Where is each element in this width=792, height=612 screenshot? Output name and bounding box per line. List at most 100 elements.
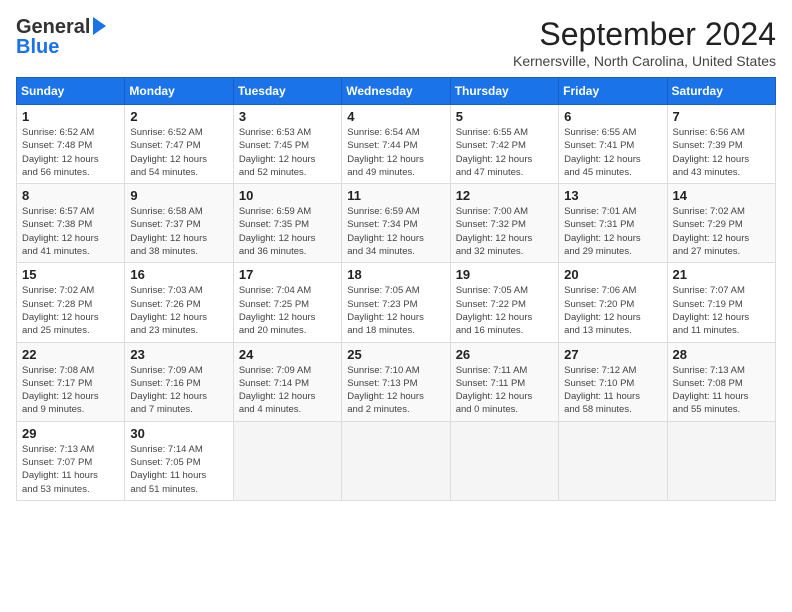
- cell-info: Sunrise: 7:10 AM Sunset: 7:13 PM Dayligh…: [347, 364, 444, 417]
- cell-day-number: 26: [456, 347, 553, 362]
- cell-info: Sunrise: 6:57 AM Sunset: 7:38 PM Dayligh…: [22, 205, 119, 258]
- table-row: 2 Sunrise: 6:52 AM Sunset: 7:47 PM Daylig…: [125, 105, 233, 184]
- table-row: 7Sunrise: 6:56 AM Sunset: 7:39 PM Daylig…: [667, 105, 775, 184]
- cell-info: Sunrise: 7:13 AM Sunset: 7:08 PM Dayligh…: [673, 364, 770, 417]
- table-row: 14 Sunrise: 7:02 AM Sunset: 7:29 PM Dayli…: [667, 184, 775, 263]
- table-row: 25 Sunrise: 7:10 AM Sunset: 7:13 PM Dayli…: [342, 342, 450, 421]
- table-row: 12 Sunrise: 7:00 AM Sunset: 7:32 PM Dayli…: [450, 184, 558, 263]
- table-row: [667, 421, 775, 500]
- calendar-week-row: 15 Sunrise: 7:02 AM Sunset: 7:28 PM Dayli…: [17, 263, 776, 342]
- cell-info: Sunrise: 7:06 AM Sunset: 7:20 PM Dayligh…: [564, 284, 661, 337]
- cell-day-number: 14: [673, 188, 770, 203]
- cell-day-number: 30: [130, 426, 227, 441]
- table-row: 5 Sunrise: 6:55 AM Sunset: 7:42 PM Daylig…: [450, 105, 558, 184]
- cell-info: Sunrise: 6:59 AM Sunset: 7:35 PM Dayligh…: [239, 205, 336, 258]
- cell-info: Sunrise: 6:54 AM Sunset: 7:44 PM Dayligh…: [347, 126, 444, 179]
- table-row: 18Sunrise: 7:05 AM Sunset: 7:23 PM Dayli…: [342, 263, 450, 342]
- cell-day-number: 2: [130, 109, 227, 124]
- table-row: 30 Sunrise: 7:14 AM Sunset: 7:05 PM Dayli…: [125, 421, 233, 500]
- cell-day-number: 29: [22, 426, 119, 441]
- table-row: 20 Sunrise: 7:06 AM Sunset: 7:20 PM Dayli…: [559, 263, 667, 342]
- col-monday: Monday: [125, 78, 233, 105]
- cell-day-number: 24: [239, 347, 336, 362]
- table-row: [559, 421, 667, 500]
- cell-info: Sunrise: 7:00 AM Sunset: 7:32 PM Dayligh…: [456, 205, 553, 258]
- page-header: General Blue September 2024 Kernersville…: [16, 16, 776, 69]
- table-row: 16Sunrise: 7:03 AM Sunset: 7:26 PM Dayli…: [125, 263, 233, 342]
- cell-info: Sunrise: 7:11 AM Sunset: 7:11 PM Dayligh…: [456, 364, 553, 417]
- table-row: 4Sunrise: 6:54 AM Sunset: 7:44 PM Daylig…: [342, 105, 450, 184]
- table-row: 11 Sunrise: 6:59 AM Sunset: 7:34 PM Dayli…: [342, 184, 450, 263]
- cell-day-number: 28: [673, 347, 770, 362]
- cell-day-number: 8: [22, 188, 119, 203]
- table-row: 21Sunrise: 7:07 AM Sunset: 7:19 PM Dayli…: [667, 263, 775, 342]
- cell-day-number: 27: [564, 347, 661, 362]
- cell-info: Sunrise: 7:02 AM Sunset: 7:28 PM Dayligh…: [22, 284, 119, 337]
- cell-info: Sunrise: 7:09 AM Sunset: 7:14 PM Dayligh…: [239, 364, 336, 417]
- cell-info: Sunrise: 6:52 AM Sunset: 7:48 PM Dayligh…: [22, 126, 119, 179]
- table-row: 15 Sunrise: 7:02 AM Sunset: 7:28 PM Dayli…: [17, 263, 125, 342]
- calendar-table: Sunday Monday Tuesday Wednesday Thursday…: [16, 77, 776, 501]
- cell-day-number: 15: [22, 267, 119, 282]
- cell-info: Sunrise: 6:55 AM Sunset: 7:41 PM Dayligh…: [564, 126, 661, 179]
- cell-info: Sunrise: 6:58 AM Sunset: 7:37 PM Dayligh…: [130, 205, 227, 258]
- cell-day-number: 10: [239, 188, 336, 203]
- table-row: 1 Sunrise: 6:52 AM Sunset: 7:48 PM Daylig…: [17, 105, 125, 184]
- cell-info: Sunrise: 7:02 AM Sunset: 7:29 PM Dayligh…: [673, 205, 770, 258]
- cell-info: Sunrise: 6:59 AM Sunset: 7:34 PM Dayligh…: [347, 205, 444, 258]
- cell-info: Sunrise: 7:09 AM Sunset: 7:16 PM Dayligh…: [130, 364, 227, 417]
- table-row: 9 Sunrise: 6:58 AM Sunset: 7:37 PM Daylig…: [125, 184, 233, 263]
- table-row: 19Sunrise: 7:05 AM Sunset: 7:22 PM Dayli…: [450, 263, 558, 342]
- cell-info: Sunrise: 7:07 AM Sunset: 7:19 PM Dayligh…: [673, 284, 770, 337]
- cell-info: Sunrise: 7:13 AM Sunset: 7:07 PM Dayligh…: [22, 443, 119, 496]
- cell-day-number: 20: [564, 267, 661, 282]
- cell-day-number: 11: [347, 188, 444, 203]
- table-row: 13Sunrise: 7:01 AM Sunset: 7:31 PM Dayli…: [559, 184, 667, 263]
- table-row: 28 Sunrise: 7:13 AM Sunset: 7:08 PM Dayli…: [667, 342, 775, 421]
- table-row: 3 Sunrise: 6:53 AM Sunset: 7:45 PM Daylig…: [233, 105, 341, 184]
- calendar-week-row: 1 Sunrise: 6:52 AM Sunset: 7:48 PM Daylig…: [17, 105, 776, 184]
- table-row: 23 Sunrise: 7:09 AM Sunset: 7:16 PM Dayli…: [125, 342, 233, 421]
- cell-day-number: 22: [22, 347, 119, 362]
- calendar-week-row: 22 Sunrise: 7:08 AM Sunset: 7:17 PM Dayli…: [17, 342, 776, 421]
- cell-day-number: 23: [130, 347, 227, 362]
- cell-day-number: 7: [673, 109, 770, 124]
- cell-day-number: 3: [239, 109, 336, 124]
- cell-info: Sunrise: 6:52 AM Sunset: 7:47 PM Dayligh…: [130, 126, 227, 179]
- col-wednesday: Wednesday: [342, 78, 450, 105]
- cell-day-number: 5: [456, 109, 553, 124]
- cell-info: Sunrise: 6:53 AM Sunset: 7:45 PM Dayligh…: [239, 126, 336, 179]
- logo: General Blue: [16, 16, 106, 58]
- cell-info: Sunrise: 6:55 AM Sunset: 7:42 PM Dayligh…: [456, 126, 553, 179]
- cell-day-number: 25: [347, 347, 444, 362]
- calendar-week-row: 8 Sunrise: 6:57 AM Sunset: 7:38 PM Daylig…: [17, 184, 776, 263]
- cell-day-number: 1: [22, 109, 119, 124]
- table-row: 26 Sunrise: 7:11 AM Sunset: 7:11 PM Dayli…: [450, 342, 558, 421]
- col-friday: Friday: [559, 78, 667, 105]
- col-tuesday: Tuesday: [233, 78, 341, 105]
- cell-day-number: 13: [564, 188, 661, 203]
- calendar-title: September 2024: [513, 16, 776, 53]
- cell-info: Sunrise: 7:08 AM Sunset: 7:17 PM Dayligh…: [22, 364, 119, 417]
- table-row: 17 Sunrise: 7:04 AM Sunset: 7:25 PM Dayli…: [233, 263, 341, 342]
- cell-day-number: 17: [239, 267, 336, 282]
- cell-info: Sunrise: 7:04 AM Sunset: 7:25 PM Dayligh…: [239, 284, 336, 337]
- table-row: 10 Sunrise: 6:59 AM Sunset: 7:35 PM Dayli…: [233, 184, 341, 263]
- cell-info: Sunrise: 7:05 AM Sunset: 7:22 PM Dayligh…: [456, 284, 553, 337]
- cell-info: Sunrise: 7:14 AM Sunset: 7:05 PM Dayligh…: [130, 443, 227, 496]
- table-row: [450, 421, 558, 500]
- table-row: 22 Sunrise: 7:08 AM Sunset: 7:17 PM Dayli…: [17, 342, 125, 421]
- calendar-header-row: Sunday Monday Tuesday Wednesday Thursday…: [17, 78, 776, 105]
- cell-day-number: 9: [130, 188, 227, 203]
- logo-text: General Blue: [16, 16, 106, 58]
- calendar-subtitle: Kernersville, North Carolina, United Sta…: [513, 53, 776, 69]
- table-row: 24 Sunrise: 7:09 AM Sunset: 7:14 PM Dayli…: [233, 342, 341, 421]
- table-row: 6 Sunrise: 6:55 AM Sunset: 7:41 PM Daylig…: [559, 105, 667, 184]
- col-thursday: Thursday: [450, 78, 558, 105]
- table-row: [233, 421, 341, 500]
- cell-day-number: 12: [456, 188, 553, 203]
- cell-info: Sunrise: 7:05 AM Sunset: 7:23 PM Dayligh…: [347, 284, 444, 337]
- calendar-week-row: 29 Sunrise: 7:13 AM Sunset: 7:07 PM Dayli…: [17, 421, 776, 500]
- table-row: 29 Sunrise: 7:13 AM Sunset: 7:07 PM Dayli…: [17, 421, 125, 500]
- cell-day-number: 6: [564, 109, 661, 124]
